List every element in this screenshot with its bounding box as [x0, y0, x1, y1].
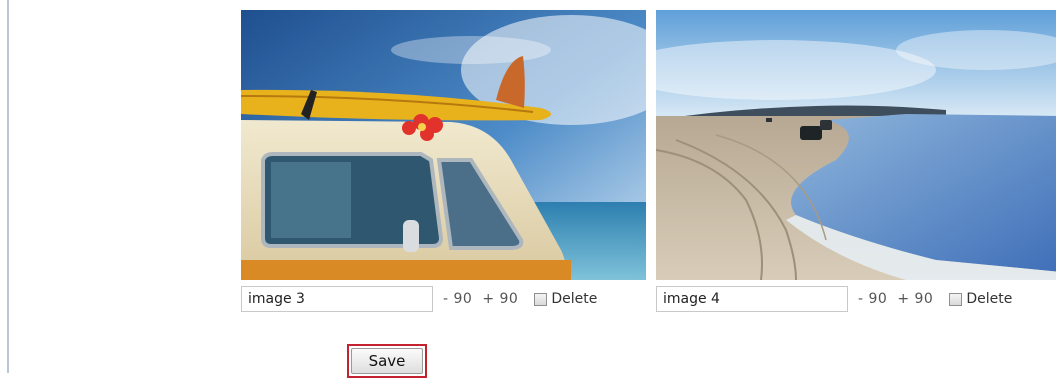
image-3-delete-checkbox[interactable]: [534, 292, 548, 306]
image-4-rotate-right-link[interactable]: + 90: [897, 291, 933, 307]
image-4-controls: - 90 + 90 Delete: [656, 285, 1012, 313]
image-4-delete-checkbox[interactable]: [949, 292, 963, 306]
image-4-rotate-left-link[interactable]: - 90: [858, 291, 887, 307]
save-button[interactable]: Save: [351, 348, 423, 374]
image-4-delete-label: Delete: [966, 291, 1013, 307]
image-3-caption-input[interactable]: [241, 286, 433, 312]
image-card-4: [656, 10, 1056, 280]
image-4-caption-input[interactable]: [656, 286, 848, 312]
image-3-delete-option: Delete: [534, 291, 597, 307]
image-3-delete-label: Delete: [551, 291, 598, 307]
image-3-thumbnail: [241, 10, 646, 280]
image-3-rotate-right-link[interactable]: + 90: [482, 291, 518, 307]
image-4-thumbnail: [656, 10, 1056, 280]
image-3-rotate-left-link[interactable]: - 90: [443, 291, 472, 307]
image-3-controls: - 90 + 90 Delete: [241, 285, 597, 313]
image-4-delete-option: Delete: [949, 291, 1012, 307]
image-card-3: [241, 10, 646, 280]
left-divider: [7, 0, 9, 373]
